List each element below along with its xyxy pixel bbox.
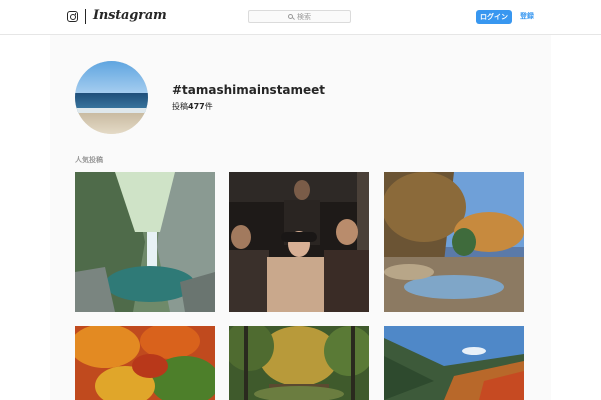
instagram-wordmark[interactable]: Instagram (93, 8, 167, 23)
hashtag-avatar (75, 61, 148, 134)
top-posts-heading: 人気投稿 (75, 156, 103, 164)
post-thumbnail-autumn-river[interactable] (384, 172, 524, 312)
search-icon (288, 14, 293, 19)
page-title: #tamashimainstameet (172, 83, 326, 97)
post-count: 投稿477件 (172, 101, 213, 112)
post-thumbnail-forest-bridge[interactable] (229, 326, 369, 400)
post-count-value: 477 (188, 102, 205, 111)
post-thumbnail-maple-leaves[interactable] (75, 326, 215, 400)
search-input[interactable]: 検索 (248, 10, 351, 23)
post-thumbnail-autumn-mountain[interactable] (384, 326, 524, 400)
logo-divider (85, 9, 86, 24)
login-button[interactable]: ログイン (476, 10, 512, 24)
top-navigation-bar: Instagram 検索 ログイン 登録 (0, 0, 601, 35)
signup-link[interactable]: 登録 (520, 11, 534, 21)
post-thumbnail-waterfall[interactable] (75, 172, 215, 312)
post-count-unit: 件 (204, 102, 213, 111)
instagram-camera-icon[interactable] (67, 11, 78, 22)
post-count-label: 投稿 (172, 102, 188, 111)
search-placeholder: 検索 (297, 12, 311, 21)
post-thumbnail-group-photo[interactable] (229, 172, 369, 312)
